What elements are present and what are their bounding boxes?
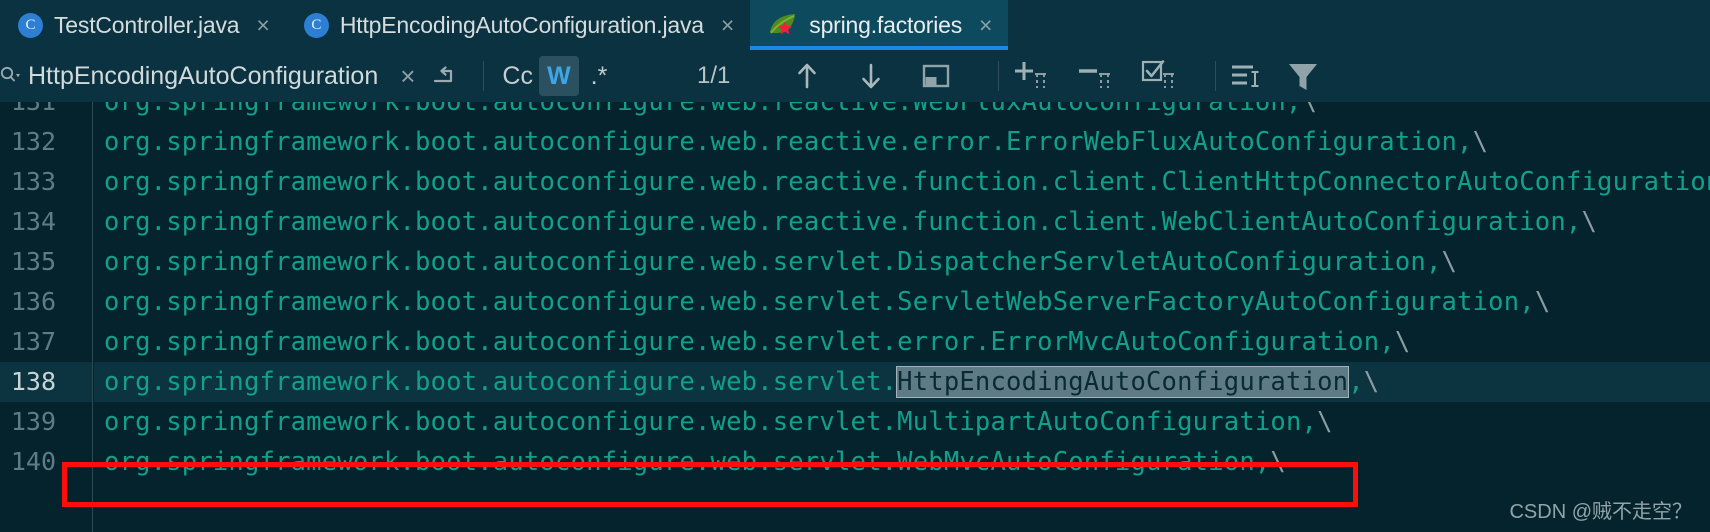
java-class-icon: C (303, 12, 329, 38)
code-line[interactable]: org.springframework.boot.autoconfigure.w… (104, 442, 1286, 482)
code-text: org.springframework.boot.autoconfigure.w… (104, 102, 1302, 117)
open-in-find-window-icon[interactable] (920, 61, 952, 91)
watermark-label: CSDN @贼不走空？ (1509, 501, 1692, 523)
code-text: org.springframework.boot.autoconfigure.w… (104, 447, 1271, 477)
code-line[interactable]: org.springframework.boot.autoconfigure.w… (104, 202, 1597, 242)
code-line[interactable]: org.springframework.boot.autoconfigure.w… (104, 362, 1379, 402)
close-icon[interactable]: × (256, 13, 269, 37)
code-content[interactable]: org.springframework.boot.autoconfigure.w… (94, 102, 1710, 532)
code-text: org.springframework.boot.autoconfigure.w… (104, 367, 898, 397)
search-input[interactable]: HttpEncodingAutoConfiguration (22, 50, 378, 102)
line-continuation-marker: \ (1301, 102, 1318, 117)
clear-search-icon[interactable]: × (400, 61, 415, 92)
code-text: , (1348, 367, 1364, 397)
code-line[interactable]: org.springframework.boot.autoconfigure.w… (104, 322, 1410, 362)
close-icon[interactable]: × (721, 13, 734, 37)
code-text: org.springframework.boot.autoconfigure.w… (104, 287, 1535, 317)
spring-leaf-icon (768, 12, 798, 38)
close-icon[interactable]: × (979, 13, 992, 37)
code-text: org.springframework.boot.autoconfigure.w… (104, 127, 1473, 157)
editor-tab-label: HttpEncodingAutoConfiguration.java (339, 11, 704, 38)
editor-tab-label: TestController.java (54, 11, 240, 38)
line-number-gutter: 131 132 133 134 135 136 137 138 139 140 (0, 102, 93, 532)
java-class-icon: C (18, 12, 43, 38)
editor-tab-1[interactable]: C TestController.java × (0, 0, 286, 50)
line-continuation-marker: \ (1472, 127, 1489, 157)
editor-tab-bar: C TestController.java × C HttpEncodingAutoCo… (0, 0, 1710, 50)
line-number: 134 (10, 207, 56, 236)
search-input-value: HttpEncodingAutoConfiguration (28, 61, 379, 90)
line-number: 132 (10, 127, 56, 156)
line-number: 133 (10, 167, 56, 196)
editor-tab-label: spring.factories (809, 11, 963, 38)
line-continuation-marker: \ (1581, 207, 1598, 237)
line-continuation-marker: \ (1270, 447, 1286, 477)
find-toolbar: HttpEncodingAutoConfiguration × Cc W .* … (0, 50, 1710, 102)
code-line[interactable]: org.springframework.boot.autoconfigure.w… (104, 162, 1710, 202)
line-number: 135 (10, 247, 56, 276)
toolbar-separator-3 (1215, 61, 1217, 91)
code-editor[interactable]: 131 132 133 134 135 136 137 138 139 140 org.sprin… (0, 102, 1710, 532)
code-line[interactable]: org.springframework.boot.autoconfigure.w… (104, 102, 1317, 122)
line-number: 136 (10, 287, 56, 316)
search-match-highlight: HttpEncodingAutoConfiguration (896, 366, 1350, 398)
code-text: org.springframework.boot.autoconfigure.w… (104, 407, 1318, 437)
regex-toggle[interactable]: .* (579, 56, 619, 96)
toolbar-separator-2 (998, 61, 1000, 91)
indent-list-icon[interactable] (1228, 61, 1262, 91)
line-continuation-marker: \ (1363, 367, 1380, 397)
line-number: 131 (0, 102, 56, 122)
previous-occurrence-icon[interactable] (792, 60, 822, 92)
match-case-toggle[interactable]: Cc (496, 56, 539, 96)
line-number: 140 (10, 447, 56, 476)
editor-tab-3[interactable]: spring.factories × (750, 0, 1009, 50)
line-continuation-marker: \ (1317, 407, 1333, 437)
code-line[interactable]: org.springframework.boot.autoconfigure.w… (104, 282, 1550, 322)
code-line[interactable]: org.springframework.boot.autoconfigure.w… (104, 122, 1488, 162)
code-text: org.springframework.boot.autoconfigure.w… (104, 247, 1442, 277)
find-history-dropdown-icon[interactable] (0, 64, 22, 88)
line-number: 137 (10, 327, 56, 356)
line-continuation-marker: \ (1534, 287, 1551, 317)
new-line-icon[interactable] (429, 63, 457, 89)
line-continuation-marker: \ (1394, 327, 1411, 357)
minus-column-icon[interactable] (1075, 59, 1115, 93)
plus-column-icon[interactable] (1011, 59, 1051, 93)
ide-window: C TestController.java × C HttpEncodingAutoCo… (0, 0, 1710, 532)
code-text: org.springframework.boot.autoconfigure.w… (104, 327, 1395, 357)
editor-tab-2[interactable]: C HttpEncodingAutoConfiguration.java × (285, 0, 751, 50)
code-text: org.springframework.boot.autoconfigure.w… (104, 207, 1582, 237)
code-line[interactable]: org.springframework.boot.autoconfigure.w… (104, 242, 1457, 282)
match-count-label: 1/1 (696, 62, 731, 89)
code-text: org.springframework.boot.autoconfigure.w… (104, 167, 1710, 197)
line-number: 138 (10, 367, 56, 396)
words-toggle[interactable]: W (538, 56, 579, 96)
toolbar-separator-1 (483, 61, 485, 91)
checkbox-column-icon[interactable] (1139, 59, 1179, 93)
line-continuation-marker: \ (1441, 247, 1458, 277)
line-number: 139 (10, 407, 56, 436)
filter-icon[interactable] (1286, 60, 1320, 92)
code-line[interactable]: org.springframework.boot.autoconfigure.w… (104, 402, 1333, 442)
next-occurrence-icon[interactable] (856, 60, 886, 92)
